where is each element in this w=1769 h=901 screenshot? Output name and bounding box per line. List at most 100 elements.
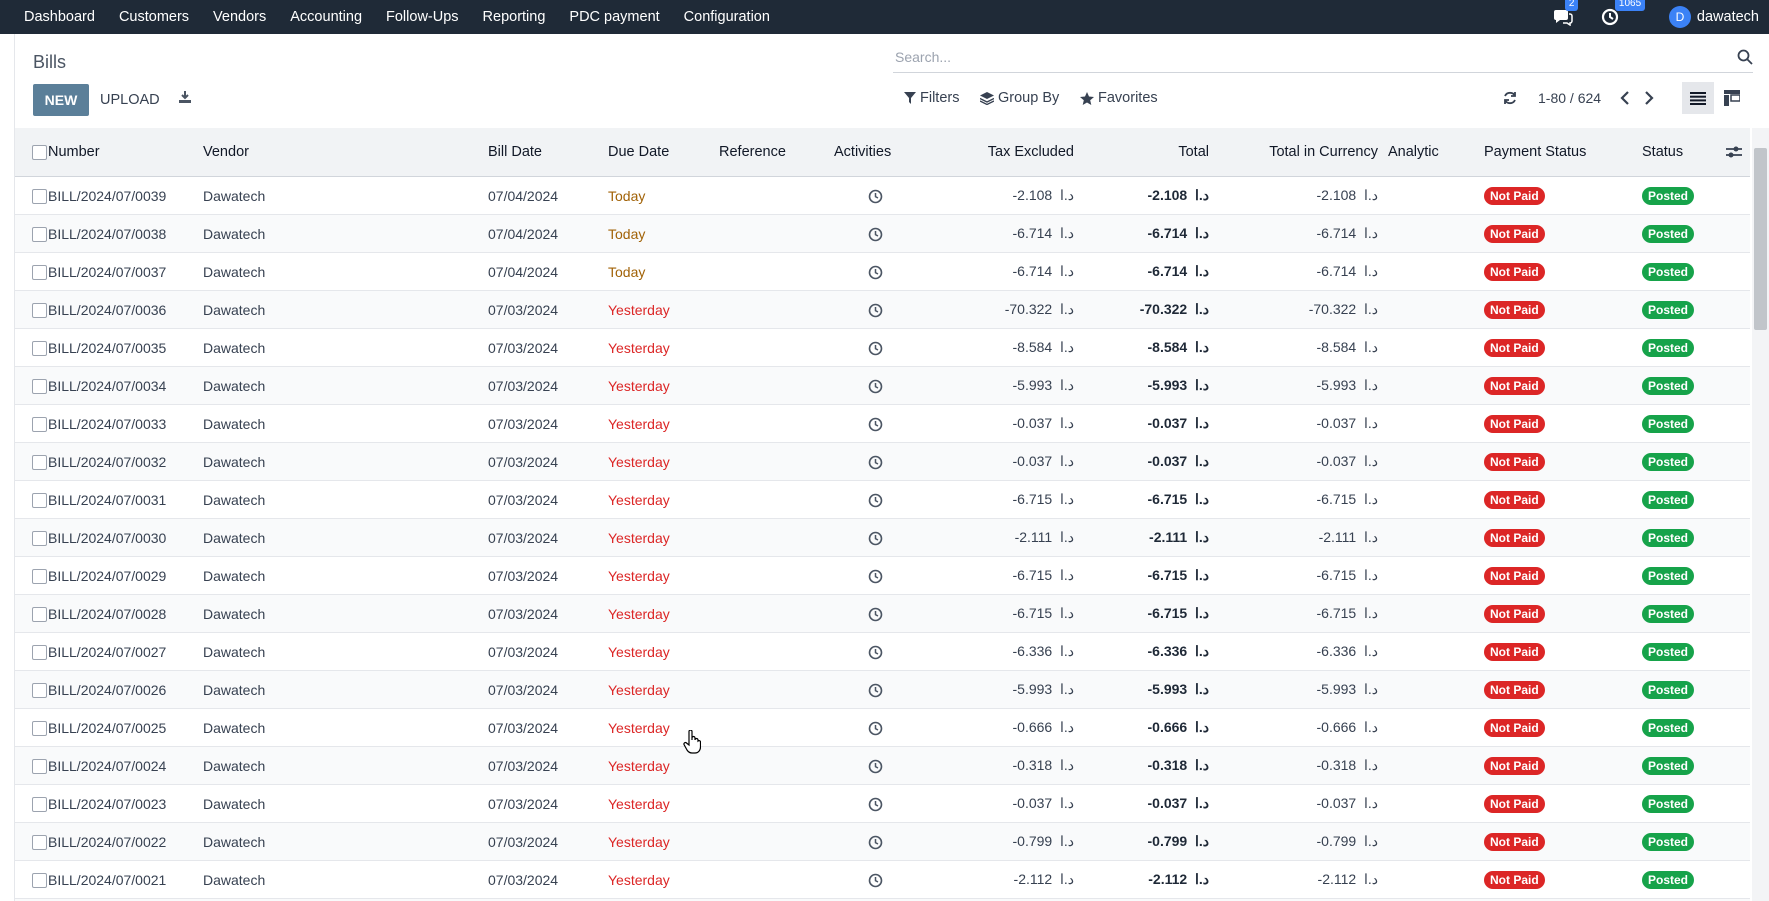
payment-status-cell[interactable]: Not Paid (1484, 518, 1642, 557)
due-date[interactable]: Yesterday (608, 708, 719, 747)
bill-date[interactable]: 07/03/2024 (488, 822, 608, 861)
analytic-cell[interactable] (1384, 784, 1484, 823)
total-in-currency-cell[interactable]: -0.037 د.ا (1215, 404, 1384, 443)
due-date[interactable]: Today (608, 176, 719, 215)
total-cell[interactable]: -0.037 د.ا (1080, 404, 1215, 443)
clock-icon[interactable] (868, 189, 883, 204)
table-row[interactable]: BILL/2024/07/0023 Dawatech 07/03/2024 Yeste… (15, 784, 1750, 823)
total-in-currency-cell[interactable]: -0.318 د.ا (1215, 746, 1384, 785)
activity-cell[interactable] (834, 784, 924, 823)
bill-date[interactable]: 07/04/2024 (488, 176, 608, 215)
bill-reference[interactable] (719, 176, 834, 215)
activity-cell[interactable] (834, 822, 924, 861)
download-button[interactable] (178, 90, 192, 107)
analytic-cell[interactable] (1384, 746, 1484, 785)
total-cell[interactable]: -6.714 د.ا (1080, 252, 1215, 291)
clock-icon[interactable] (868, 683, 883, 698)
total-cell[interactable]: -5.993 د.ا (1080, 670, 1215, 709)
bill-vendor[interactable]: Dawatech (203, 746, 488, 785)
search-input[interactable] (893, 49, 1737, 65)
activity-cell[interactable] (834, 670, 924, 709)
bill-reference[interactable] (719, 784, 834, 823)
activity-cell[interactable] (834, 404, 924, 443)
bill-vendor[interactable]: Dawatech (203, 670, 488, 709)
due-date[interactable]: Today (608, 252, 719, 291)
payment-status-cell[interactable]: Not Paid (1484, 556, 1642, 595)
bill-number[interactable]: BILL/2024/07/0032 (48, 442, 203, 481)
payment-status-cell[interactable]: Not Paid (1484, 214, 1642, 253)
payment-status-cell[interactable]: Not Paid (1484, 480, 1642, 519)
tax-excluded-cell[interactable]: -8.584 د.ا (924, 328, 1080, 367)
bill-reference[interactable] (719, 860, 834, 899)
total-cell[interactable]: -0.037 د.ا (1080, 784, 1215, 823)
table-row[interactable]: BILL/2024/07/0027 Dawatech 07/03/2024 Yeste… (15, 632, 1750, 671)
bill-number[interactable]: BILL/2024/07/0035 (48, 328, 203, 367)
activity-cell[interactable] (834, 480, 924, 519)
activity-cell[interactable] (834, 176, 924, 215)
analytic-cell[interactable] (1384, 252, 1484, 291)
total-in-currency-cell[interactable]: -5.993 د.ا (1215, 670, 1384, 709)
activity-cell[interactable] (834, 290, 924, 329)
table-row[interactable]: BILL/2024/07/0022 Dawatech 07/03/2024 Yeste… (15, 822, 1750, 861)
clock-icon[interactable] (868, 645, 883, 660)
row-checkbox[interactable] (32, 834, 47, 850)
bill-reference[interactable] (719, 556, 834, 595)
bill-date[interactable]: 07/03/2024 (488, 328, 608, 367)
tax-excluded-cell[interactable]: -6.715 د.ا (924, 556, 1080, 595)
bill-reference[interactable] (719, 214, 834, 253)
status-cell[interactable]: Posted (1642, 214, 1750, 253)
status-cell[interactable]: Posted (1642, 518, 1750, 557)
analytic-cell[interactable] (1384, 328, 1484, 367)
payment-status-cell[interactable]: Not Paid (1484, 632, 1642, 671)
due-date[interactable]: Yesterday (608, 594, 719, 633)
activity-cell[interactable] (834, 252, 924, 291)
row-checkbox[interactable] (32, 226, 47, 242)
row-checkbox[interactable] (32, 872, 47, 888)
column-number[interactable]: Number (48, 128, 203, 177)
status-cell[interactable]: Posted (1642, 176, 1750, 215)
due-date[interactable]: Yesterday (608, 860, 719, 899)
table-row[interactable]: BILL/2024/07/0034 Dawatech 07/03/2024 Yeste… (15, 366, 1750, 405)
pager-value[interactable]: 1-80 / 624 (1538, 90, 1601, 106)
activity-cell[interactable] (834, 442, 924, 481)
total-cell[interactable]: -8.584 د.ا (1080, 328, 1215, 367)
bill-date[interactable]: 07/03/2024 (488, 366, 608, 405)
bill-reference[interactable] (719, 594, 834, 633)
payment-status-cell[interactable]: Not Paid (1484, 860, 1642, 899)
bill-vendor[interactable]: Dawatech (203, 860, 488, 899)
bill-date[interactable]: 07/03/2024 (488, 404, 608, 443)
table-row[interactable]: BILL/2024/07/0039 Dawatech 07/04/2024 Today… (15, 176, 1750, 215)
row-checkbox[interactable] (32, 606, 47, 622)
bill-vendor[interactable]: Dawatech (203, 518, 488, 557)
groupby-button[interactable]: Group By (980, 90, 1059, 106)
analytic-cell[interactable] (1384, 366, 1484, 405)
menu-follow-ups[interactable]: Follow-Ups (374, 9, 471, 25)
total-cell[interactable]: -70.322 د.ا (1080, 290, 1215, 329)
bill-number[interactable]: BILL/2024/07/0027 (48, 632, 203, 671)
new-button[interactable]: NEW (33, 84, 89, 116)
column-vendor[interactable]: Vendor (203, 128, 488, 177)
clock-icon[interactable] (868, 873, 883, 888)
column-total[interactable]: Total (1080, 128, 1215, 177)
activity-cell[interactable] (834, 632, 924, 671)
bill-date[interactable]: 07/03/2024 (488, 632, 608, 671)
clock-icon[interactable] (868, 531, 883, 546)
bill-number[interactable]: BILL/2024/07/0034 (48, 366, 203, 405)
table-row[interactable]: BILL/2024/07/0024 Dawatech 07/03/2024 Yeste… (15, 746, 1750, 785)
total-cell[interactable]: -6.336 د.ا (1080, 632, 1215, 671)
due-date[interactable]: Yesterday (608, 442, 719, 481)
due-date[interactable]: Yesterday (608, 670, 719, 709)
bill-number[interactable]: BILL/2024/07/0030 (48, 518, 203, 557)
column-activities[interactable]: Activities (834, 128, 924, 177)
total-cell[interactable]: -6.715 د.ا (1080, 556, 1215, 595)
tax-excluded-cell[interactable]: -6.714 د.ا (924, 214, 1080, 253)
analytic-cell[interactable] (1384, 822, 1484, 861)
tax-excluded-cell[interactable]: -2.108 د.ا (924, 176, 1080, 215)
due-date[interactable]: Yesterday (608, 290, 719, 329)
bill-date[interactable]: 07/04/2024 (488, 252, 608, 291)
due-date[interactable]: Yesterday (608, 518, 719, 557)
status-cell[interactable]: Posted (1642, 632, 1750, 671)
payment-status-cell[interactable]: Not Paid (1484, 290, 1642, 329)
list-view-button[interactable] (1682, 82, 1714, 114)
status-cell[interactable]: Posted (1642, 670, 1750, 709)
